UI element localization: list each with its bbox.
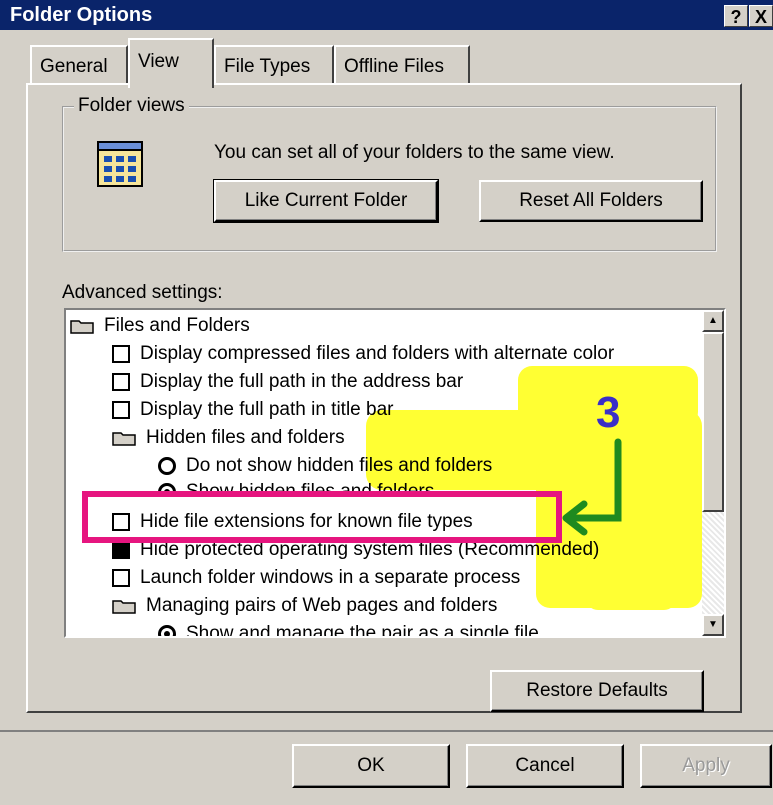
ok-button[interactable]: OK (292, 744, 450, 788)
list-item[interactable]: Launch folder windows in a separate proc… (112, 564, 520, 592)
like-current-folder-button[interactable]: Like Current Folder (213, 179, 439, 223)
checkbox[interactable] (112, 568, 130, 587)
item-label: Display the full path in the address bar (140, 371, 464, 392)
checkbox[interactable] (112, 344, 130, 363)
list-item[interactable]: Do not show hidden files and folders (158, 452, 492, 480)
apply-button[interactable]: Apply (640, 744, 772, 788)
scroll-up-icon[interactable]: ▲ (702, 310, 724, 332)
vertical-scrollbar[interactable]: ▲ ▼ (702, 310, 724, 636)
close-button[interactable]: X (749, 5, 773, 27)
restore-defaults-button[interactable]: Restore Defaults (490, 670, 704, 712)
dialog-separator (0, 730, 773, 732)
item-label: Hidden files and folders (146, 427, 345, 448)
item-label: Do not show hidden files and folders (186, 455, 493, 476)
cancel-button[interactable]: Cancel (466, 744, 624, 788)
radio-button[interactable] (158, 624, 176, 636)
advanced-settings-label: Advanced settings: (62, 282, 223, 303)
tab-file-types[interactable]: File Types (214, 45, 334, 85)
window-title: Folder Options (10, 4, 153, 26)
title-bar: Folder Options ? X (0, 0, 773, 30)
annotation-step-number: 3 (596, 388, 621, 437)
tab-general[interactable]: General (30, 45, 128, 85)
folder-icon (70, 320, 94, 334)
list-item[interactable]: Display compressed files and folders wit… (112, 340, 614, 368)
checkbox[interactable] (112, 540, 130, 559)
folder-icon (112, 432, 136, 446)
reset-all-folders-button[interactable]: Reset All Folders (479, 180, 703, 222)
folder-views-group (62, 106, 717, 252)
item-label: Display compressed files and folders wit… (140, 343, 615, 364)
item-label: Launch folder windows in a separate proc… (140, 567, 521, 588)
list-item[interactable]: Managing pairs of Web pages and folders (112, 592, 497, 620)
folder-icon (112, 600, 136, 614)
checkbox[interactable] (112, 372, 130, 391)
scroll-thumb[interactable] (702, 332, 724, 512)
annotation-arrow-icon (562, 438, 622, 536)
radio-button[interactable] (158, 456, 176, 475)
folder-views-icon (92, 138, 148, 190)
list-item[interactable]: Display the full path in the address bar (112, 368, 463, 396)
folder-views-label: Folder views (74, 95, 189, 117)
list-item[interactable]: Display the full path in title bar (112, 396, 393, 424)
item-label: Files and Folders (104, 315, 250, 336)
tab-offline-files[interactable]: Offline Files (334, 45, 470, 85)
item-label: Managing pairs of Web pages and folders (146, 595, 498, 616)
list-item[interactable]: Hidden files and folders (112, 424, 345, 452)
tab-view[interactable]: View (128, 38, 214, 88)
help-button[interactable]: ? (724, 5, 748, 27)
item-label: Show and manage the pair as a single fil… (186, 623, 539, 638)
folder-views-description: You can set all of your folders to the s… (214, 142, 615, 163)
scroll-down-icon[interactable]: ▼ (702, 614, 724, 636)
annotation-highlight-box (82, 491, 562, 543)
checkbox[interactable] (112, 400, 130, 419)
list-item[interactable]: Files and Folders (70, 312, 250, 340)
list-item[interactable]: Show and manage the pair as a single fil… (158, 620, 539, 638)
highlight-mark (586, 560, 676, 610)
item-label: Display the full path in title bar (140, 399, 394, 420)
